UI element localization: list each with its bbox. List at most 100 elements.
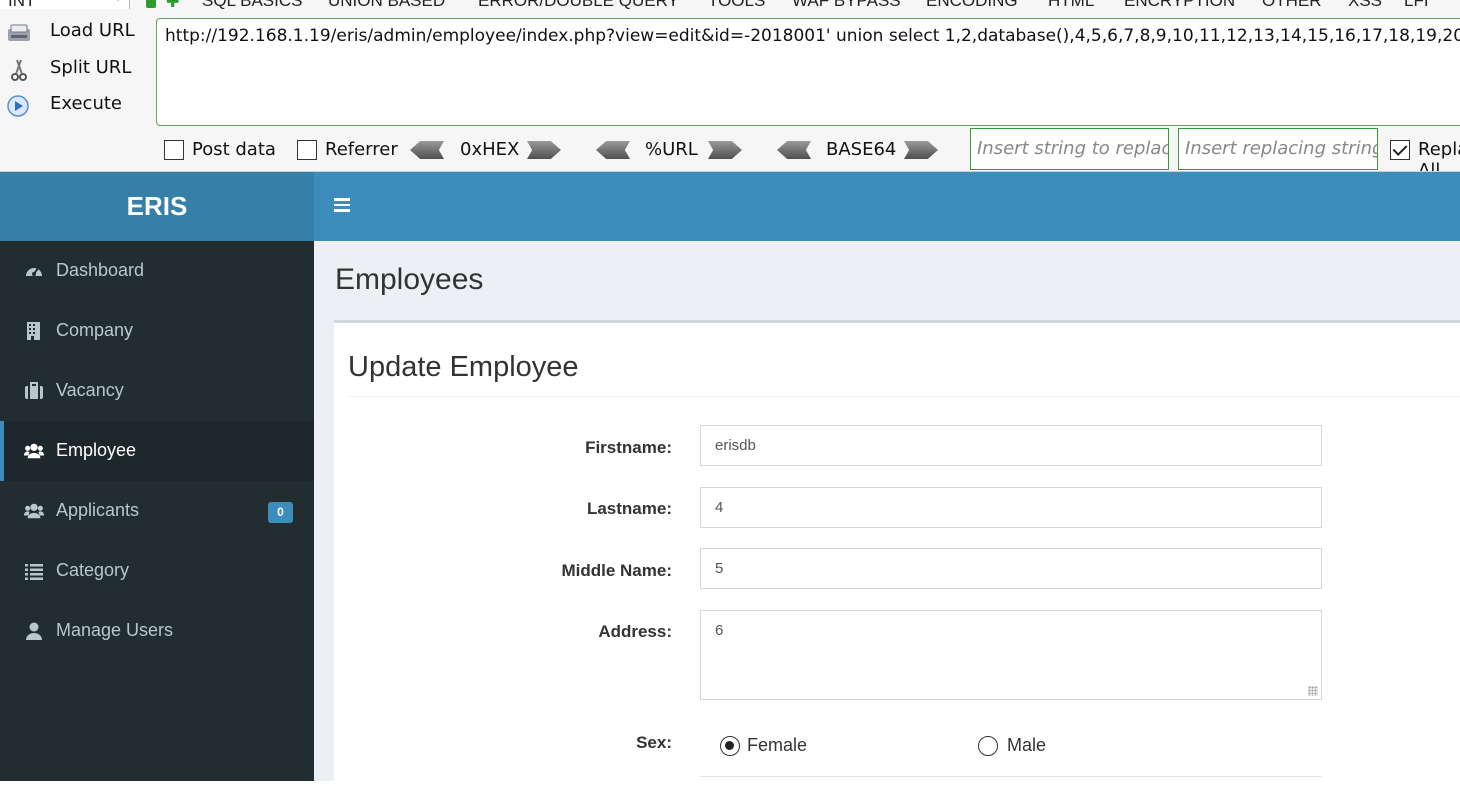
load-url-button[interactable]: Load URL <box>6 18 156 48</box>
hackbar-options-row: Post data Referrer 0xHEX %URL BASE64 Ins… <box>0 128 1460 172</box>
sidebar-item-label: Manage Users <box>56 620 174 640</box>
post-data-label: Post data <box>192 139 276 160</box>
base64-encode-arrow-icon[interactable] <box>904 141 938 159</box>
hackbar-toolbar: INT ▼ ✚ SQL BASICS▾ UNION BASED▾ ERROR/DO… <box>0 0 1460 172</box>
execute-button[interactable]: Execute <box>6 91 156 121</box>
load-url-label: Load URL <box>50 20 135 41</box>
menu-label: WAF BYPASS <box>792 0 901 10</box>
middlename-label: Middle Name: <box>561 561 672 580</box>
sidebar-item-employee[interactable]: Employee <box>0 421 314 481</box>
menu-label: ENCODING <box>926 0 1018 10</box>
hackbar-status-icons: ✚ <box>146 0 186 11</box>
menu-union-based[interactable]: UNION BASED▾ <box>328 0 450 11</box>
chevron-down-icon: ▼ <box>113 0 123 4</box>
post-data-checkbox[interactable] <box>164 140 184 160</box>
url-decode-arrow-icon[interactable] <box>596 141 630 159</box>
male-label: Male <box>1007 735 1047 755</box>
app-header: ERIS <box>0 172 1460 241</box>
male-radio[interactable] <box>978 736 998 756</box>
menu-sql-basics[interactable]: SQL BASICS▾ <box>202 0 307 11</box>
menu-label: HTML <box>1048 0 1095 10</box>
base64-label: BASE64 <box>826 139 897 160</box>
lastname-input[interactable]: 4 <box>700 487 1322 528</box>
hex-label: 0xHEX <box>460 139 520 160</box>
menu-tools[interactable]: TOOLS▾ <box>708 0 770 11</box>
form-separator <box>700 776 1322 777</box>
referrer-checkbox[interactable] <box>297 140 317 160</box>
sidebar-item-dashboard[interactable]: Dashboard <box>0 241 314 301</box>
users-icon <box>24 503 44 519</box>
menu-label: UNION BASED <box>328 0 446 10</box>
menu-label: OTHER <box>1262 0 1322 10</box>
menu-html[interactable]: HTML▾ <box>1048 0 1099 11</box>
sex-radio-group: Female Male <box>720 735 1046 758</box>
hackbar-menu: INT ▼ ✚ SQL BASICS▾ UNION BASED▾ ERROR/DO… <box>0 0 1460 11</box>
green-plus-icon: ✚ <box>166 0 180 11</box>
green-square-icon <box>146 0 156 8</box>
referrer-label: Referrer <box>325 139 398 160</box>
menu-label: SQL BASICS <box>202 0 303 10</box>
menu-encoding[interactable]: ENCODING▾ <box>926 0 1022 11</box>
sidebar-item-label: Vacancy <box>56 380 124 400</box>
menu-xss[interactable]: XSS▾ <box>1348 0 1387 11</box>
menu-label: TOOLS <box>708 0 766 10</box>
sidebar-item-label: Applicants <box>56 500 140 520</box>
sidebar-item-company[interactable]: Company <box>0 301 314 361</box>
hex-decode-arrow-icon[interactable] <box>410 141 444 159</box>
sidebar-item-label: Company <box>56 320 134 340</box>
address-label: Address: <box>598 622 672 641</box>
dashboard-icon <box>26 267 42 276</box>
replace-string-input[interactable]: Insert string to replace <box>970 128 1169 170</box>
execute-label: Execute <box>50 93 122 114</box>
method-select[interactable]: INT ▼ <box>0 0 130 10</box>
menu-label: ENCRYPTION <box>1124 0 1236 10</box>
users-icon <box>24 443 44 459</box>
url-encode-arrow-icon[interactable] <box>708 141 742 159</box>
firstname-input[interactable]: erisdb <box>700 425 1322 466</box>
female-radio[interactable] <box>720 736 740 756</box>
menu-error-double-query[interactable]: ERROR/DOUBLE QUERY▾ <box>478 0 683 11</box>
split-url-label: Split URL <box>50 57 132 78</box>
sidebar-item-label: Category <box>56 560 130 580</box>
url-textarea[interactable]: http://192.168.1.19/eris/admin/employee/… <box>156 18 1460 126</box>
split-url-button[interactable]: Split URL <box>6 55 156 85</box>
address-value: 6 <box>715 622 724 639</box>
middlename-input[interactable]: 5 <box>700 548 1322 589</box>
sidebar-item-vacancy[interactable]: Vacancy <box>0 361 314 421</box>
scissors-icon <box>11 59 27 81</box>
url-encoding-label: %URL <box>645 139 698 160</box>
sidebar-item-category[interactable]: Category <box>0 541 314 601</box>
sidebar-item-applicants[interactable]: Applicants 0 <box>0 481 314 541</box>
form-title: Update Employee <box>348 351 579 383</box>
main-content: Employees Update Employee Firstname: eri… <box>314 241 1460 790</box>
method-select-value: INT <box>8 0 36 10</box>
building-icon <box>27 322 40 340</box>
address-textarea[interactable]: 6 <box>700 610 1322 700</box>
hamburger-menu-icon[interactable] <box>334 198 350 212</box>
box-divider <box>348 396 1460 397</box>
applicants-count-badge: 0 <box>268 502 293 523</box>
replace-all-checkbox[interactable] <box>1390 140 1410 160</box>
sidebar-item-label: Employee <box>56 440 137 460</box>
play-icon <box>7 95 29 117</box>
menu-label: ERROR/DOUBLE QUERY <box>478 0 679 10</box>
replace-all-label: Replace All <box>1418 139 1460 172</box>
briefcase-icon <box>25 382 43 399</box>
replacing-string-input[interactable]: Insert replacing string <box>1178 128 1378 170</box>
resize-grip-icon[interactable] <box>1308 686 1318 696</box>
menu-other[interactable]: OTHER▾ <box>1262 0 1326 11</box>
sidebar-item-manage-users[interactable]: Manage Users <box>0 601 314 661</box>
brand-logo[interactable]: ERIS <box>0 172 314 241</box>
load-url-icon <box>8 24 30 41</box>
menu-encryption[interactable]: ENCRYPTION▾ <box>1124 0 1240 11</box>
menu-waf-bypass[interactable]: WAF BYPASS▾ <box>792 0 905 11</box>
base64-decode-arrow-icon[interactable] <box>777 141 811 159</box>
update-employee-box: Update Employee Firstname: erisdb Lastna… <box>334 320 1460 790</box>
hex-encode-arrow-icon[interactable] <box>527 141 561 159</box>
lastname-label: Lastname: <box>586 499 672 518</box>
page-title: Employees <box>335 263 484 296</box>
sidebar-item-label: Dashboard <box>56 260 145 280</box>
user-icon <box>26 622 42 640</box>
menu-lfi[interactable]: LFI▾ <box>1404 0 1433 11</box>
firstname-label: Firstname: <box>585 438 672 457</box>
